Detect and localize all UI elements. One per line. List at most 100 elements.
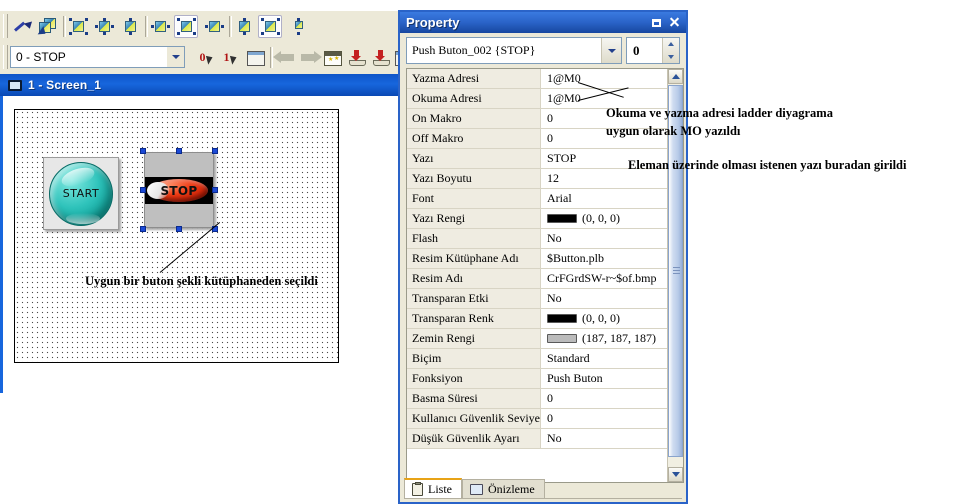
property-row-name: Resim Kütüphane Adı	[407, 249, 541, 268]
chevron-down-icon[interactable]	[166, 47, 184, 67]
start-button-element[interactable]: START	[43, 157, 119, 230]
property-row-value[interactable]: Standard	[541, 349, 669, 368]
arrow-left-icon	[272, 50, 295, 66]
property-titlebar[interactable]: Property	[400, 12, 686, 33]
property-row-value[interactable]: (0, 0, 0)	[541, 209, 669, 228]
chevron-down-icon[interactable]	[601, 38, 621, 63]
state-1-button[interactable]: 1	[220, 47, 244, 69]
property-row-value[interactable]: Arial	[541, 189, 669, 208]
upload-button[interactable]	[369, 47, 393, 69]
screen-icon	[8, 79, 22, 91]
resize-handle-w[interactable]	[140, 187, 146, 193]
element-select-value: Push Buton_002 {STOP}	[412, 43, 536, 57]
property-row-value[interactable]: Push Buton	[541, 369, 669, 388]
color-swatch[interactable]	[547, 314, 577, 323]
property-row[interactable]: Kullanıcı Güvenlik Seviyes 0	[407, 409, 669, 429]
element-select[interactable]: Push Buton_002 {STOP}	[406, 37, 622, 64]
property-row[interactable]: Transparan Etki No	[407, 289, 669, 309]
annotation-address-line2: uygun olarak MO yazıldı	[606, 124, 741, 138]
start-highlight-top	[59, 164, 97, 190]
close-button[interactable]	[668, 16, 681, 29]
align-selection-tool[interactable]	[66, 15, 90, 38]
resize-handle-sw[interactable]	[140, 226, 146, 232]
resize-handle-ne[interactable]	[212, 148, 218, 154]
property-row-value[interactable]: (187, 187, 187)	[541, 329, 669, 348]
resize-handle-nw[interactable]	[140, 148, 146, 154]
property-row-value[interactable]: CrFGrdSW-r~$of.bmp	[541, 269, 669, 288]
start-highlight-bottom	[66, 213, 100, 224]
property-row[interactable]: Zemin Rengi (187, 187, 187)	[407, 329, 669, 349]
spinner-down-button[interactable]	[663, 51, 679, 64]
screen-properties-button[interactable]	[244, 47, 268, 69]
property-row[interactable]: Basma Süresi 0	[407, 389, 669, 409]
property-row-value[interactable]: 0	[541, 409, 669, 428]
tab-liste[interactable]: Liste	[404, 478, 462, 498]
property-row-value[interactable]: (0, 0, 0)	[541, 309, 669, 328]
scroll-up-button[interactable]	[668, 69, 683, 84]
align-top-tool[interactable]	[232, 15, 256, 38]
align-vertical-center-tool[interactable]	[258, 15, 282, 38]
property-row-name: Düşük Güvenlik Ayarı	[407, 429, 541, 448]
property-row[interactable]: Transparan Renk (0, 0, 0)	[407, 309, 669, 329]
property-row-name: Basma Süresi	[407, 389, 541, 408]
calendar-star-icon: ★ ★	[324, 50, 342, 66]
state-toolbar: 0 - STOP 0 1 ★ ★	[0, 42, 413, 75]
property-row[interactable]: Flash No	[407, 229, 669, 249]
next-button[interactable]	[297, 47, 322, 69]
resize-handle-s[interactable]	[176, 226, 182, 232]
restore-button[interactable]	[650, 16, 663, 29]
align-bottom-tool[interactable]	[286, 15, 310, 38]
resize-handle-e[interactable]	[212, 187, 218, 193]
application-root: 0 - STOP 0 1 ★ ★ 1 - Screen_1 START STOP…	[0, 0, 976, 504]
screen-titlebar[interactable]: 1 - Screen_1	[0, 74, 400, 96]
state-one-icon: 1	[223, 50, 242, 66]
property-row-name: Off Makro	[407, 129, 541, 148]
property-row-value[interactable]: No	[541, 289, 669, 308]
align-top-icon	[235, 18, 254, 35]
property-row-value[interactable]: No	[541, 429, 669, 448]
property-row[interactable]: Fonksiyon Push Buton	[407, 369, 669, 389]
state-toolbar-grip[interactable]	[3, 45, 8, 69]
tab-onizleme[interactable]: Önizleme	[462, 479, 545, 498]
scrollbar-thumb[interactable]	[668, 85, 683, 457]
align-center-tool[interactable]	[118, 15, 142, 38]
clipboard-icon	[412, 481, 423, 496]
design-grid[interactable]: START STOP	[14, 109, 339, 363]
color-swatch[interactable]	[547, 334, 577, 343]
property-row[interactable]: Resim Adı CrFGrdSW-r~$of.bmp	[407, 269, 669, 289]
download-icon	[348, 50, 367, 66]
resize-handle-n[interactable]	[176, 148, 182, 154]
spinner-up-button[interactable]	[663, 38, 679, 51]
align-left-tool[interactable]	[148, 15, 172, 38]
toolbar-grip[interactable]	[3, 14, 8, 38]
align-middle-tool[interactable]	[174, 15, 198, 38]
color-swatch[interactable]	[547, 214, 577, 223]
picker-tool[interactable]	[10, 15, 34, 38]
close-icon	[669, 17, 680, 28]
property-row-value[interactable]: 1@M0	[541, 69, 669, 88]
property-row-value[interactable]: $Button.plb	[541, 249, 669, 268]
property-row-name: On Makro	[407, 109, 541, 128]
property-row[interactable]: Düşük Güvenlik Ayarı No	[407, 429, 669, 449]
state-0-button[interactable]: 0	[196, 47, 220, 69]
element-state-combo[interactable]: 0 - STOP	[10, 46, 185, 68]
canvas-area[interactable]: START STOP	[0, 96, 403, 393]
align-right-tool[interactable]	[202, 15, 226, 38]
download-button[interactable]	[345, 47, 369, 69]
alignment-toolbar	[0, 11, 400, 43]
window-properties-icon	[247, 50, 265, 66]
property-row-value[interactable]: 0	[541, 389, 669, 408]
property-row[interactable]: Font Arial	[407, 189, 669, 209]
property-row[interactable]: Resim Kütüphane Adı $Button.plb	[407, 249, 669, 269]
compile-button[interactable]: ★ ★	[321, 47, 345, 69]
property-row-value[interactable]: No	[541, 229, 669, 248]
align-horizontal-spacing-tool[interactable]	[92, 15, 116, 38]
property-row[interactable]: Yazı Rengi (0, 0, 0)	[407, 209, 669, 229]
monitor-icon	[470, 483, 483, 495]
state-spinner[interactable]: 0	[626, 37, 680, 64]
arrow-right-icon	[300, 50, 322, 66]
property-row[interactable]: Biçim Standard	[407, 349, 669, 369]
property-row[interactable]: Yazma Adresi 1@M0	[407, 69, 669, 89]
copy-properties-tool[interactable]	[36, 15, 60, 38]
previous-button[interactable]	[272, 47, 297, 69]
